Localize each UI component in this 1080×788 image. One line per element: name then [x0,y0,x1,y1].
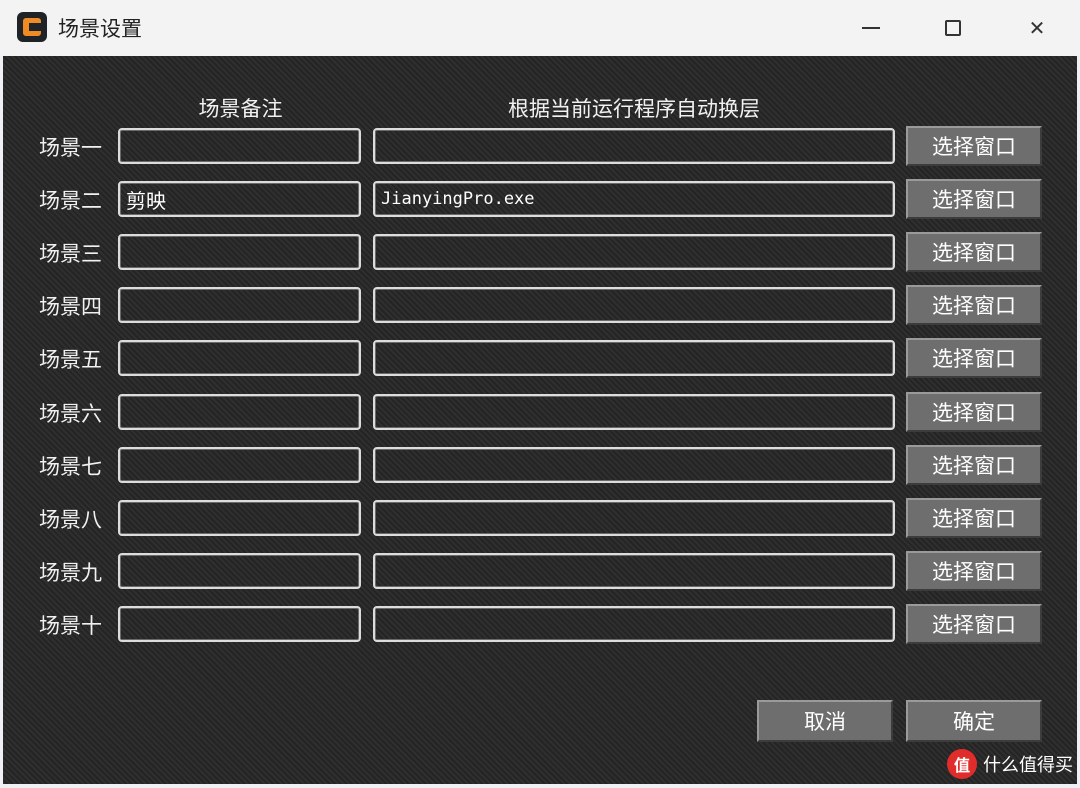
window-title: 场景设置 [58,17,142,41]
select-window-button[interactable]: 选择窗口 [906,285,1042,325]
scene-row-label: 场景五 [39,348,102,372]
scene-process-input[interactable]: JianyingPro.exe [373,181,895,217]
scene-process-input[interactable] [373,340,895,376]
select-window-button[interactable]: 选择窗口 [906,232,1042,272]
minimize-icon [862,27,880,29]
scene-row-label: 场景二 [39,189,102,213]
select-window-button[interactable]: 选择窗口 [906,445,1042,485]
auto-switch-column-header: 根据当前运行程序自动换层 [508,97,760,121]
app-logo-icon [17,12,47,42]
scene-note-input[interactable] [118,340,361,376]
settings-panel: 场景备注 根据当前运行程序自动换层 场景一 选择窗口 场景二 剪映 JianyingPr… [3,56,1077,784]
scene-row-label: 场景三 [39,242,102,266]
title-bar[interactable]: 场景设置 ✕ [0,0,1080,56]
scene-note-input[interactable]: 剪映 [118,181,361,217]
scene-process-input[interactable] [373,287,895,323]
note-column-header: 场景备注 [198,97,283,121]
scene-settings-window: 场景设置 ✕ 场景备注 根据当前运行程序自动换层 场景一 选择窗口 场景二 剪映 Jia… [0,0,1080,788]
scene-process-input[interactable] [373,447,895,483]
scene-process-input[interactable] [373,394,895,430]
scene-row-label: 场景九 [39,561,102,585]
select-window-button[interactable]: 选择窗口 [906,392,1042,432]
scene-note-input[interactable] [118,394,361,430]
scene-row-label: 场景一 [39,136,102,160]
scene-process-input[interactable] [373,553,895,589]
scene-note-input[interactable] [118,606,361,642]
close-icon: ✕ [1028,16,1046,40]
smzdm-logo-icon: 值 [947,749,977,779]
close-button[interactable]: ✕ [1014,8,1060,48]
scene-note-input[interactable] [118,287,361,323]
scene-row-label: 场景八 [39,508,102,532]
scene-process-input[interactable] [373,500,895,536]
scene-note-input[interactable] [118,447,361,483]
scene-process-input[interactable] [373,234,895,270]
select-window-button[interactable]: 选择窗口 [906,498,1042,538]
maximize-button[interactable] [930,8,976,48]
scene-note-input[interactable] [118,234,361,270]
scene-row-label: 场景七 [39,455,102,479]
scene-note-input[interactable] [118,553,361,589]
cancel-button[interactable]: 取消 [757,700,893,742]
select-window-button[interactable]: 选择窗口 [906,126,1042,166]
scene-row-label: 场景六 [39,402,102,426]
scene-row-label: 场景十 [39,614,102,638]
select-window-button[interactable]: 选择窗口 [906,551,1042,591]
scene-note-input[interactable] [118,128,361,164]
ok-button[interactable]: 确定 [906,700,1042,742]
scene-note-input[interactable] [118,500,361,536]
select-window-button[interactable]: 选择窗口 [906,179,1042,219]
minimize-button[interactable] [848,8,894,48]
select-window-button[interactable]: 选择窗口 [906,604,1042,644]
watermark: 值 什么值得买 [947,749,1073,779]
scene-process-input[interactable] [373,606,895,642]
select-window-button[interactable]: 选择窗口 [906,338,1042,378]
watermark-text: 什么值得买 [983,755,1073,776]
maximize-icon [945,20,961,36]
scene-row-label: 场景四 [39,295,102,319]
scene-process-input[interactable] [373,128,895,164]
